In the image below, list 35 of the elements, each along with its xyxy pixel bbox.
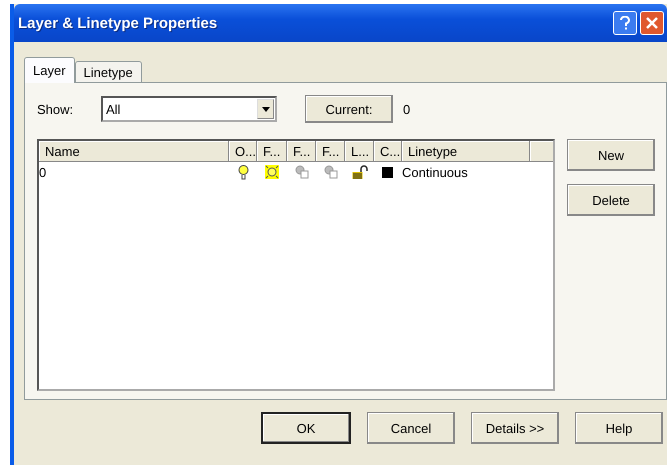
sun-icon[interactable] [265,165,279,179]
column-header[interactable]: Linetype [402,141,530,162]
close-button[interactable] [640,11,664,35]
color-swatch[interactable] [382,166,393,178]
dialog-button[interactable]: OK [261,412,351,444]
column-header[interactable] [530,141,553,162]
tab[interactable]: Layer [24,57,75,83]
column-header[interactable]: F... [287,141,316,162]
current-layer-value: 0 [403,102,410,116]
column-header[interactable]: C... [374,141,402,162]
current-button[interactable]: Current: [305,95,393,123]
dialog-button[interactable]: Details >> [471,412,559,444]
new-viewport-freeze-icon[interactable] [324,165,338,179]
dialog-button[interactable]: Help [575,412,663,444]
dialog-button[interactable]: Cancel [367,412,455,444]
layer-list[interactable]: Name O... F... F... F... L... C... Linetype 0 Continuous [37,139,555,391]
window-title: Layer & Linetype Properties [18,14,218,32]
column-header[interactable]: F... [257,141,287,162]
close-icon [646,17,658,29]
help-button[interactable] [613,11,637,35]
delete-button[interactable]: Delete [567,184,655,216]
unlock-icon[interactable] [352,165,368,179]
show-dropdown[interactable]: All [101,96,277,122]
question-mark-icon [620,16,630,30]
new-button[interactable]: New [567,139,655,171]
linetype-name: Continuous [402,164,469,180]
lightbulb-icon[interactable] [238,164,248,180]
viewport-freeze-icon[interactable] [294,165,308,179]
tab[interactable]: Linetype [74,61,142,83]
layer-name: 0 [39,164,48,180]
column-header[interactable]: F... [316,141,345,162]
column-header[interactable]: Name [39,141,229,162]
show-label: Show: [37,102,74,116]
column-header[interactable]: O... [229,141,257,162]
column-header[interactable]: L... [345,141,374,162]
